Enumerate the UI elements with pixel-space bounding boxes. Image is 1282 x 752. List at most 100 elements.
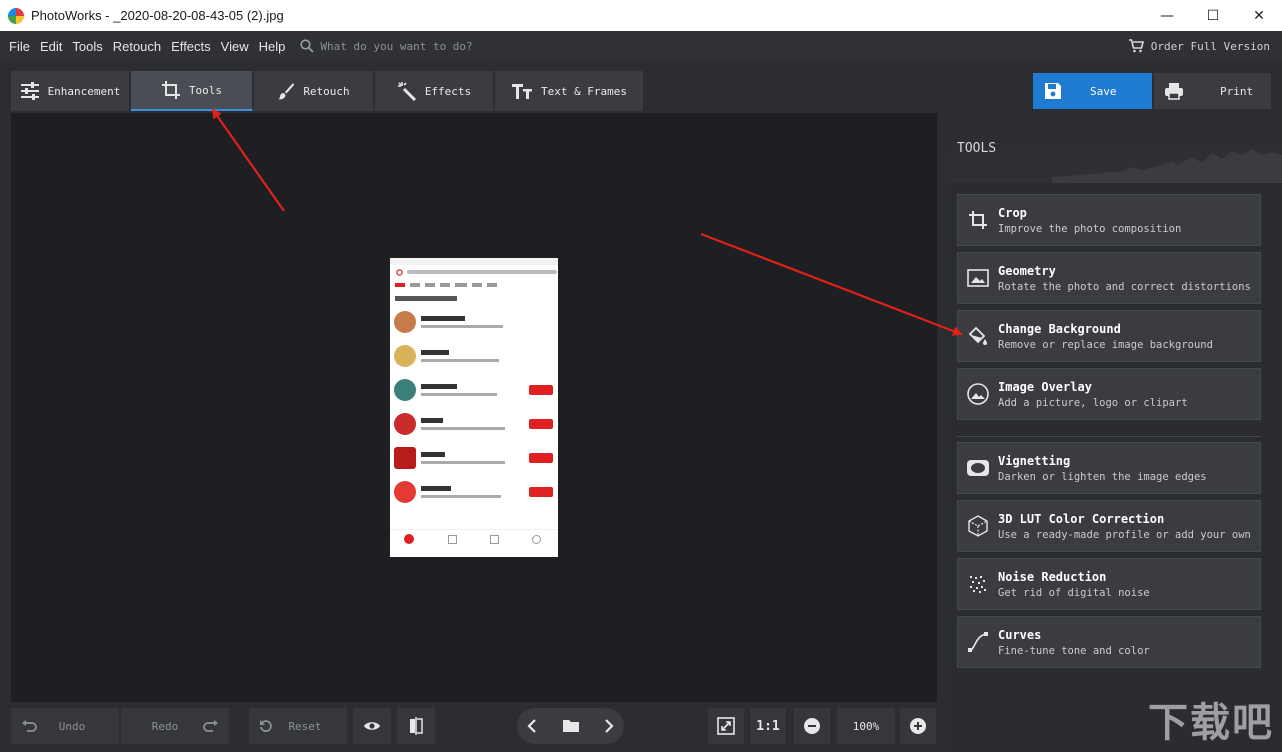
tool-noise-reduction-desc: Get rid of digital noise: [998, 586, 1150, 599]
search-placeholder[interactable]: What do you want to do?: [320, 40, 472, 53]
compare-button[interactable]: [397, 708, 435, 744]
redo-icon: [203, 720, 218, 732]
phone-list-item: [390, 339, 558, 373]
phone-avatar: [394, 379, 416, 401]
zoom-level[interactable]: 100%: [837, 708, 895, 744]
tool-crop-icon-wrap: [958, 210, 998, 230]
tool-crop-desc: Improve the photo composition: [998, 222, 1182, 235]
phone-item-sub: [421, 427, 505, 430]
search-box[interactable]: What do you want to do?: [300, 39, 473, 53]
phone-avatar: [394, 481, 416, 503]
tool-noise-reduction[interactable]: Noise Reduction Get rid of digital noise: [957, 558, 1261, 610]
vignette-icon: [967, 460, 989, 476]
window-title: PhotoWorks - _2020-08-20-08-43-05 (2).jp…: [31, 8, 284, 23]
minimize-button[interactable]: —: [1144, 0, 1190, 31]
reset-button[interactable]: Reset: [249, 708, 347, 744]
redo-button[interactable]: Redo: [121, 708, 229, 744]
tool-noise-reduction-icon-wrap: [958, 574, 998, 594]
phone-tab: [487, 283, 497, 287]
phone-nav-icon: [532, 535, 541, 544]
forest-silhouette-decoration: [1052, 149, 1282, 183]
tab-retouch[interactable]: Retouch: [254, 71, 374, 111]
photo-canvas[interactable]: [11, 113, 937, 702]
site-watermark: 下载吧: [1148, 700, 1274, 746]
phone-tab: [440, 283, 450, 287]
image-overlay-icon: [967, 383, 989, 405]
geometry-icon: [967, 269, 989, 287]
tool-3d-lut-desc: Use a ready-made profile or add your own: [998, 528, 1251, 541]
phone-search-icon: [396, 268, 403, 276]
tool-vignetting[interactable]: Vignetting Darken or lighten the image e…: [957, 442, 1261, 494]
tool-3d-lut-name: 3D LUT Color Correction: [998, 511, 1165, 526]
tool-image-overlay-icon-wrap: [958, 383, 998, 405]
magic-wand-icon: [397, 82, 416, 101]
phone-tab: [455, 283, 467, 287]
undo-button[interactable]: Undo: [11, 708, 119, 744]
phone-tab-active: [395, 283, 405, 287]
tool-image-overlay-name: Image Overlay: [998, 379, 1092, 394]
menu-view[interactable]: View: [221, 39, 249, 54]
menu-tools[interactable]: Tools: [72, 39, 102, 54]
phone-item-sub: [421, 461, 505, 464]
panel-header: TOOLS: [945, 113, 1282, 183]
menu-bar: File Edit Tools Retouch Effects View Hel…: [0, 31, 1282, 61]
close-button[interactable]: ✕: [1236, 0, 1282, 31]
tool-image-overlay[interactable]: Image Overlay Add a picture, logo or cli…: [957, 368, 1261, 420]
prev-image-icon[interactable]: [527, 719, 537, 733]
tab-text-frames[interactable]: Text & Frames: [495, 71, 644, 111]
phone-item-text: [421, 350, 499, 362]
phone-list-item: [390, 305, 558, 339]
fit-to-screen-button[interactable]: [708, 708, 744, 744]
zoom-in-button[interactable]: [900, 708, 936, 744]
save-button[interactable]: Save: [1033, 73, 1152, 109]
tool-curves-name: Curves: [998, 627, 1042, 642]
actual-size-button[interactable]: 1:1: [750, 708, 786, 744]
tab-enhancement[interactable]: Enhancement: [11, 71, 130, 111]
main-tab-bar: Enhancement Tools Retouch Effects Text &…: [0, 61, 1282, 113]
tab-effects[interactable]: Effects: [375, 71, 494, 111]
phone-item-sub: [421, 359, 499, 362]
compare-icon: [410, 717, 423, 735]
phone-list-item: [390, 475, 558, 509]
tool-image-overlay-desc: Add a picture, logo or clipart: [998, 396, 1188, 409]
maximize-button[interactable]: ☐: [1190, 0, 1236, 31]
tool-geometry-desc: Rotate the photo and correct distortions: [998, 280, 1251, 293]
phone-item-name: [421, 350, 449, 355]
tool-group-divider: [957, 436, 1261, 437]
save-icon: [1045, 83, 1061, 99]
folder-icon[interactable]: [562, 719, 580, 733]
tool-crop[interactable]: Crop Improve the photo composition: [957, 194, 1261, 246]
tool-3d-lut-text: 3D LUT Color Correction Use a ready-made…: [998, 512, 1251, 541]
zoom-in-icon: [910, 718, 926, 734]
tool-curves[interactable]: Curves Fine-tune tone and color: [957, 616, 1261, 668]
tool-3d-lut[interactable]: 3D LUT Color Correction Use a ready-made…: [957, 500, 1261, 552]
print-button[interactable]: Print: [1154, 73, 1271, 109]
tab-text-frames-label: Text & Frames: [540, 84, 628, 98]
cart-icon: [1128, 39, 1144, 53]
curves-icon: [968, 632, 988, 652]
tool-vignetting-text: Vignetting Darken or lighten the image e…: [998, 454, 1207, 483]
preview-toggle-button[interactable]: [353, 708, 391, 744]
tool-geometry[interactable]: Geometry Rotate the photo and correct di…: [957, 252, 1261, 304]
phone-nav-icon: [490, 535, 499, 544]
order-label[interactable]: Order Full Version: [1151, 40, 1270, 53]
phone-search-bar: [390, 265, 558, 279]
order-full-version-link[interactable]: Order Full Version: [1128, 31, 1270, 61]
tab-enhancement-label: Enhancement: [47, 84, 121, 98]
menu-retouch[interactable]: Retouch: [113, 39, 161, 54]
photo-preview[interactable]: [390, 258, 558, 557]
menu-file[interactable]: File: [9, 39, 30, 54]
undo-icon: [22, 720, 37, 732]
next-image-icon[interactable]: [604, 719, 614, 733]
menu-effects[interactable]: Effects: [171, 39, 211, 54]
tool-change-background-icon-wrap: [958, 326, 998, 346]
photoworks-app: PhotoWorks - _2020-08-20-08-43-05 (2).jp…: [0, 0, 1282, 752]
zoom-out-button[interactable]: [794, 708, 830, 744]
menu-edit[interactable]: Edit: [40, 39, 62, 54]
phone-item-text: [421, 486, 501, 498]
tab-tools[interactable]: Tools: [131, 71, 253, 111]
menu-help[interactable]: Help: [259, 39, 286, 54]
tool-change-background[interactable]: Change Background Remove or replace imag…: [957, 310, 1261, 362]
phone-item-sub: [421, 495, 501, 498]
phone-status-bar: [390, 258, 558, 265]
